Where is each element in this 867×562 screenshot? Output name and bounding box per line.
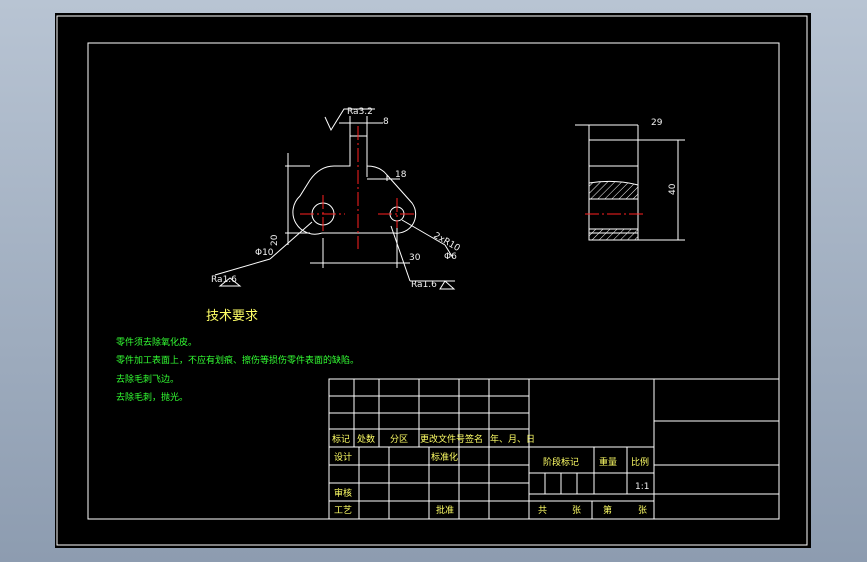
rev-header-mark: 标记 xyxy=(332,433,350,445)
scale-value: 1:1 xyxy=(635,482,649,492)
label-weight: 重量 xyxy=(599,456,617,468)
dim-center-distance: 30 xyxy=(409,253,421,263)
dim-hole-right: Φ6 xyxy=(444,252,457,262)
rev-header-sign: 签名 xyxy=(465,433,483,445)
side-view xyxy=(575,124,685,241)
dim-height: 20 xyxy=(270,234,280,246)
part-outline xyxy=(292,135,417,235)
centerlines xyxy=(300,126,417,249)
rev-header-date: 年、月、日 xyxy=(490,433,535,445)
title-block xyxy=(328,378,780,520)
tech-req-line-1: 零件须去除氧化皮。 xyxy=(116,336,197,348)
label-process: 工艺 xyxy=(334,505,352,516)
label-standardize: 标准化 xyxy=(431,451,458,463)
dim-side-height: 40 xyxy=(668,183,678,195)
dim-side-width: 29 xyxy=(651,118,663,128)
dim-top-width: 8 xyxy=(383,117,389,127)
label-design: 设计 xyxy=(334,451,352,463)
label-sheets: 张 xyxy=(572,505,581,516)
roughness-right-symbol xyxy=(439,280,456,290)
label-stage-mark: 阶段标记 xyxy=(543,456,579,468)
dim-hole-left: Φ10 xyxy=(255,248,274,258)
tech-req-line-4: 去除毛刺，抛光。 xyxy=(116,391,188,403)
dim-roughness-right: Ra1.6 xyxy=(411,280,437,290)
dim-roughness-top: Ra3.2 xyxy=(347,107,373,117)
label-approve: 批准 xyxy=(436,504,454,516)
section-hatch-top xyxy=(588,180,639,200)
label-total: 共 xyxy=(538,505,547,516)
rev-header-doc: 更改文件号 xyxy=(420,433,465,445)
label-review: 审核 xyxy=(334,487,352,499)
dim-chamfer: 2xR10 xyxy=(432,231,462,254)
rev-header-count: 处数 xyxy=(357,433,375,445)
dim-roughness-left: Ra1.6 xyxy=(211,275,237,285)
rev-header-zone: 分区 xyxy=(390,434,408,445)
tech-req-line-2: 零件加工表面上，不应有划痕、擦伤等损伤零件表面的缺陷。 xyxy=(116,354,359,366)
tech-req-title: 技术要求 xyxy=(206,309,258,324)
label-sheet: 张 xyxy=(638,505,647,516)
drawing-sheet: Ra3.2 8 18 20 30 Φ10 Φ6 2xR10 Ra1.6 Ra1.… xyxy=(55,13,811,548)
label-number: 第 xyxy=(603,504,612,516)
tech-req-line-3: 去除毛刺飞边。 xyxy=(116,373,179,385)
dim-slot: 18 xyxy=(395,170,407,180)
cad-drawing: Ra3.2 8 18 20 30 Φ10 Φ6 2xR10 Ra1.6 Ra1.… xyxy=(56,15,808,546)
label-scale: 比例 xyxy=(631,456,649,468)
section-hatch-bottom xyxy=(588,228,639,241)
